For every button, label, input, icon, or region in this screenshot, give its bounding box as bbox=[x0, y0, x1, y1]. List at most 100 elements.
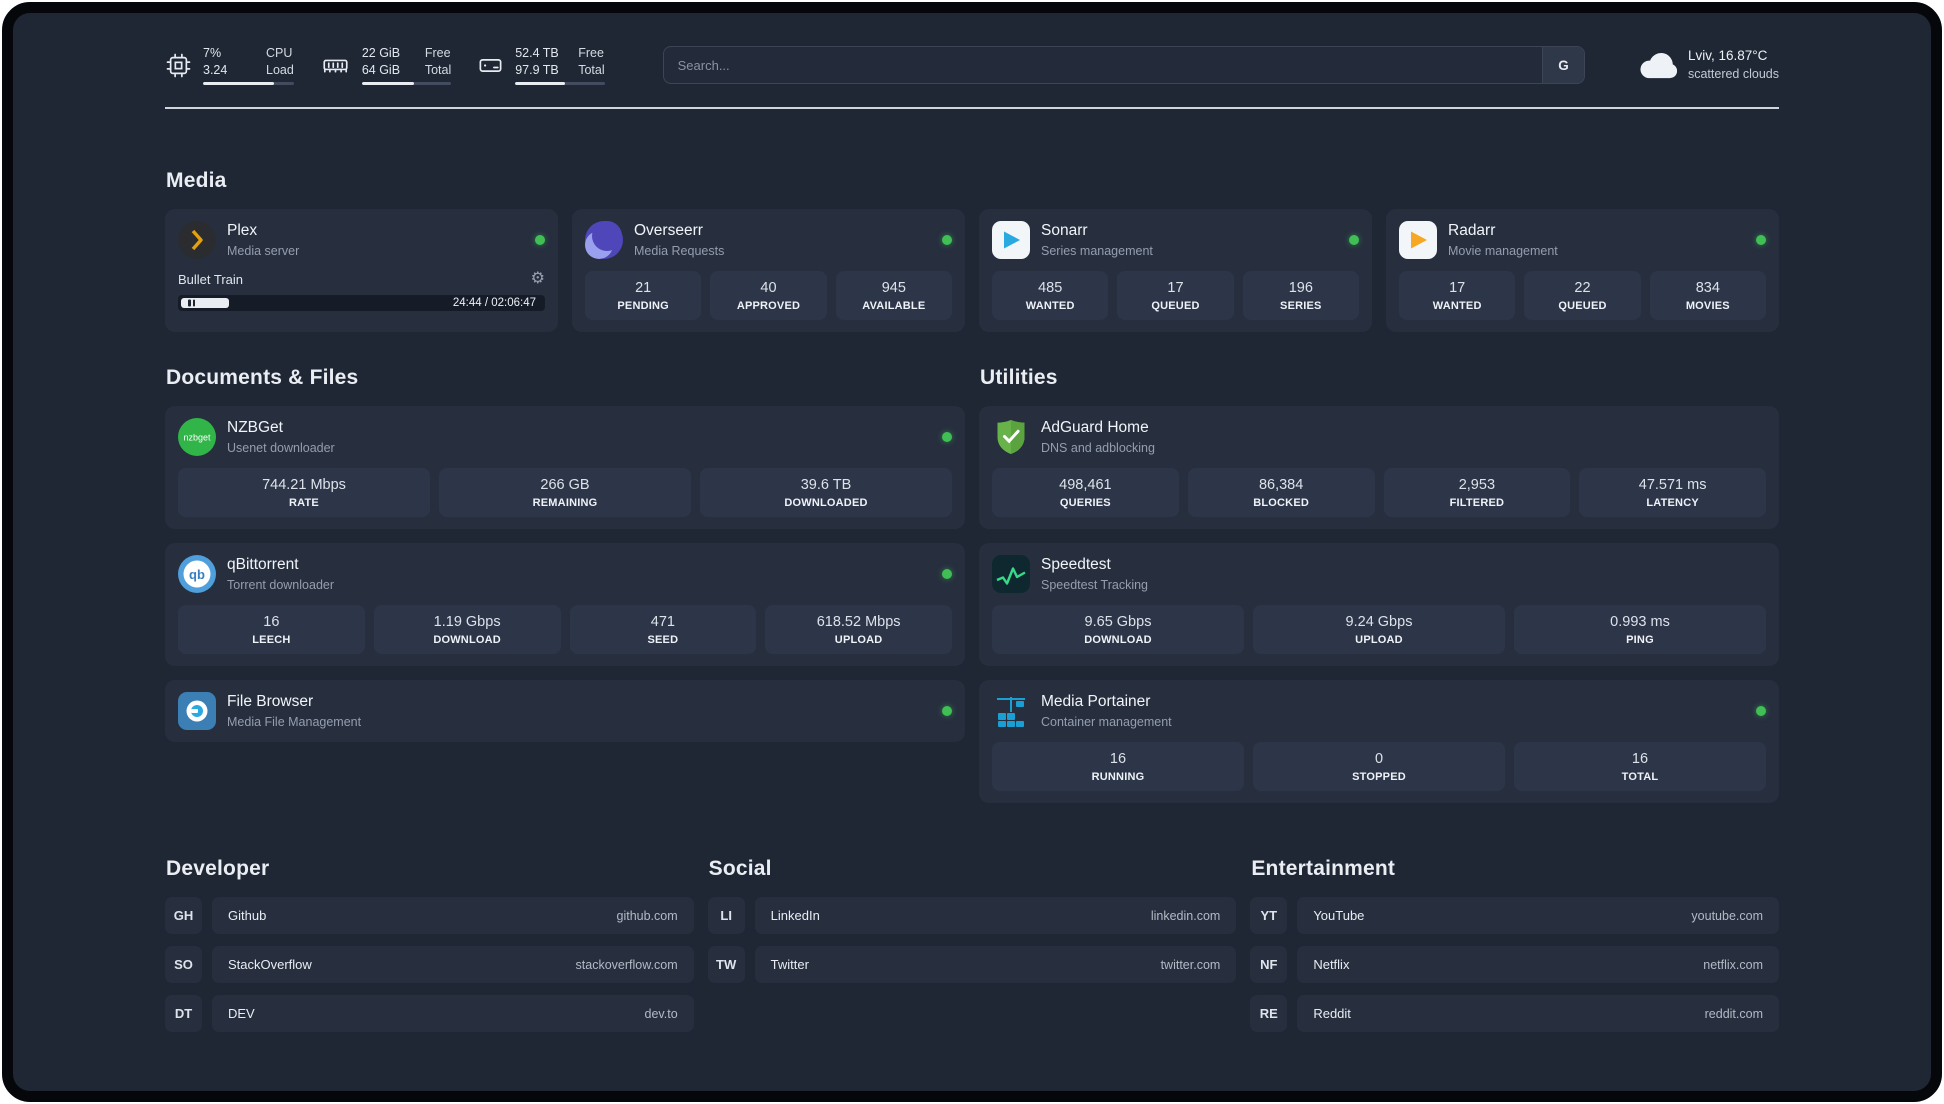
gear-icon[interactable]: ⚙ bbox=[531, 271, 545, 287]
speedtest-name: Speedtest bbox=[1041, 556, 1111, 574]
plex-icon bbox=[178, 221, 216, 259]
radarr-stat-wanted: 17 WANTED bbox=[1399, 271, 1516, 320]
plex-card[interactable]: Plex Media server Bullet Train ⚙ 24:44 /… bbox=[165, 209, 558, 332]
linkedin-link[interactable]: LinkedIn linkedin.com bbox=[754, 897, 1237, 934]
cloud-icon bbox=[1640, 53, 1677, 79]
utilities-section-title: Utilities bbox=[980, 366, 1058, 389]
section-entertainment: Entertainment YT YouTube youtube.com NF … bbox=[1250, 857, 1779, 1032]
filebrowser-name: File Browser bbox=[227, 693, 314, 711]
qbittorrent-stat-upload: 618.52 Mbps UPLOAD bbox=[765, 605, 952, 654]
portainer-subtitle: Container management bbox=[1041, 714, 1172, 729]
section-media: Media Plex Media server Bullet Train ⚙ 2… bbox=[165, 169, 1779, 332]
top-bar: 7% CPU 3.24 Load 22 GiB Free 64 GiB Total bbox=[165, 39, 1779, 91]
cpu-label: CPU bbox=[266, 45, 293, 60]
plex-subtitle: Media server bbox=[227, 243, 300, 258]
svg-text:qb: qb bbox=[189, 567, 205, 582]
portainer-stat-stopped: 0 STOPPED bbox=[1253, 742, 1505, 791]
speedtest-stat-ping: 0.993 ms PING bbox=[1514, 605, 1766, 654]
reddit-badge[interactable]: RE bbox=[1250, 995, 1288, 1032]
search-input[interactable] bbox=[663, 47, 1542, 83]
cpu-icon bbox=[166, 53, 191, 77]
plex-progress-bar[interactable]: 24:44 / 02:06:47 bbox=[178, 295, 545, 311]
disk-progress-bar bbox=[515, 82, 605, 86]
twitter-link[interactable]: Twitter twitter.com bbox=[754, 946, 1237, 983]
adguard-stat-queries: 498,461 QUERIES bbox=[992, 468, 1179, 517]
netflix-link[interactable]: Netflix netflix.com bbox=[1297, 946, 1779, 983]
stackoverflow-link[interactable]: StackOverflow stackoverflow.com bbox=[212, 946, 694, 983]
sonarr-subtitle: Series management bbox=[1041, 243, 1153, 258]
documents-section-title: Documents & Files bbox=[166, 366, 359, 389]
nzbget-card[interactable]: nzbget NZBGet Usenet downloader 744.21 M… bbox=[165, 406, 965, 529]
cpu-percent: 7% bbox=[203, 45, 222, 60]
dev-badge[interactable]: DT bbox=[165, 995, 202, 1032]
qbittorrent-stat-leech: 16 LEECH bbox=[178, 605, 365, 654]
section-social: Social LI LinkedIn linkedin.com TW Twitt… bbox=[707, 857, 1237, 1032]
dashboard-content: 7% CPU 3.24 Load 22 GiB Free 64 GiB Total bbox=[13, 13, 1931, 1091]
netflix-badge[interactable]: NF bbox=[1250, 946, 1288, 983]
plex-status-dot bbox=[535, 235, 545, 245]
sonarr-card[interactable]: Sonarr Series management 485 WANTED 17 QUE… bbox=[979, 209, 1372, 332]
ram-total-value: 64 GiB bbox=[361, 62, 401, 77]
link-row-twitter: TW Twitter twitter.com bbox=[707, 946, 1237, 983]
filebrowser-status-dot bbox=[942, 706, 952, 716]
stackoverflow-badge[interactable]: SO bbox=[165, 946, 202, 983]
qbittorrent-stat-seed: 471 SEED bbox=[569, 605, 757, 654]
radarr-stat-movies: 834 MOVIES bbox=[1649, 271, 1766, 320]
overseerr-stat-pending: 21 PENDING bbox=[585, 271, 702, 320]
radarr-card[interactable]: Radarr Movie management 17 WANTED 22 QUEUE… bbox=[1386, 209, 1779, 332]
overseerr-stat-approved: 40 APPROVED bbox=[710, 271, 827, 320]
cpu-metric: 7% CPU 3.24 Load bbox=[165, 45, 294, 86]
developer-section-title: Developer bbox=[166, 857, 270, 880]
portainer-card[interactable]: Media Portainer Container management 16 R… bbox=[979, 680, 1779, 803]
media-section-title: Media bbox=[166, 169, 227, 192]
nzbget-icon: nzbget bbox=[178, 418, 216, 456]
ram-icon bbox=[323, 59, 348, 73]
link-row-stackoverflow: SO StackOverflow stackoverflow.com bbox=[165, 946, 694, 983]
radarr-name: Radarr bbox=[1448, 222, 1496, 240]
sonarr-status-dot bbox=[1349, 235, 1359, 245]
youtube-link[interactable]: YouTube youtube.com bbox=[1297, 897, 1779, 934]
disk-metric: 52.4 TB Free 97.9 TB Total bbox=[477, 45, 605, 86]
ram-free-value: 22 GiB bbox=[361, 45, 401, 60]
qbittorrent-subtitle: Torrent downloader bbox=[227, 577, 335, 592]
nzbget-name: NZBGet bbox=[227, 419, 283, 437]
filebrowser-card[interactable]: File Browser Media File Management bbox=[165, 680, 965, 742]
adguard-stat-filtered: 2,953 FILTERED bbox=[1383, 468, 1571, 517]
pause-icon[interactable] bbox=[188, 299, 195, 307]
entertainment-section-title: Entertainment bbox=[1251, 857, 1396, 880]
disk-free-label: Free bbox=[578, 45, 604, 60]
weather-condition: scattered clouds bbox=[1687, 66, 1779, 81]
twitter-badge[interactable]: TW bbox=[707, 946, 745, 983]
youtube-badge[interactable]: YT bbox=[1250, 897, 1288, 934]
cpu-load-value: 3.24 bbox=[203, 62, 228, 77]
github-badge[interactable]: GH bbox=[165, 897, 202, 934]
cpu-progress-bar bbox=[203, 82, 294, 86]
sonarr-stat-series: 196 SERIES bbox=[1242, 271, 1359, 320]
overseerr-card[interactable]: Overseerr Media Requests 21 PENDING 40 APP… bbox=[572, 209, 965, 332]
adguard-stat-latency: 47.571 ms LATENCY bbox=[1579, 468, 1766, 517]
nzbget-status-dot bbox=[942, 432, 952, 442]
radarr-stat-queued: 22 QUEUED bbox=[1524, 271, 1641, 320]
reddit-link[interactable]: Reddit reddit.com bbox=[1297, 995, 1779, 1032]
qbittorrent-card[interactable]: qb qBittorrent Torrent downloader 16 LEEC… bbox=[165, 543, 965, 666]
topbar-divider bbox=[165, 107, 1779, 109]
radarr-status-dot bbox=[1756, 235, 1766, 245]
portainer-status-dot bbox=[1756, 706, 1766, 716]
ram-free-label: Free bbox=[424, 45, 451, 60]
linkedin-badge[interactable]: LI bbox=[707, 897, 745, 934]
filebrowser-subtitle: Media File Management bbox=[227, 714, 362, 729]
speedtest-card[interactable]: Speedtest Speedtest Tracking 9.65 Gbps DO… bbox=[979, 543, 1779, 666]
sonarr-name: Sonarr bbox=[1041, 222, 1088, 240]
github-link[interactable]: Github github.com bbox=[212, 897, 694, 934]
nzbget-stat-rate: 744.21 Mbps RATE bbox=[178, 468, 430, 517]
plex-time: 24:44 / 02:06:47 bbox=[452, 297, 536, 309]
search-engine-button[interactable]: G bbox=[1541, 47, 1584, 83]
qbittorrent-stat-download: 1.19 Gbps DOWNLOAD bbox=[373, 605, 561, 654]
radarr-icon bbox=[1399, 221, 1437, 259]
adguard-card[interactable]: AdGuard Home DNS and adblocking 498,461 Q… bbox=[979, 406, 1779, 529]
weather-location: Lviv, 16.87°C bbox=[1687, 47, 1768, 63]
sonarr-stat-queued: 17 QUEUED bbox=[1117, 271, 1234, 320]
link-row-dev: DT DEV dev.to bbox=[165, 995, 694, 1032]
dev-link[interactable]: DEV dev.to bbox=[212, 995, 694, 1032]
speedtest-stat-download: 9.65 Gbps DOWNLOAD bbox=[992, 605, 1244, 654]
